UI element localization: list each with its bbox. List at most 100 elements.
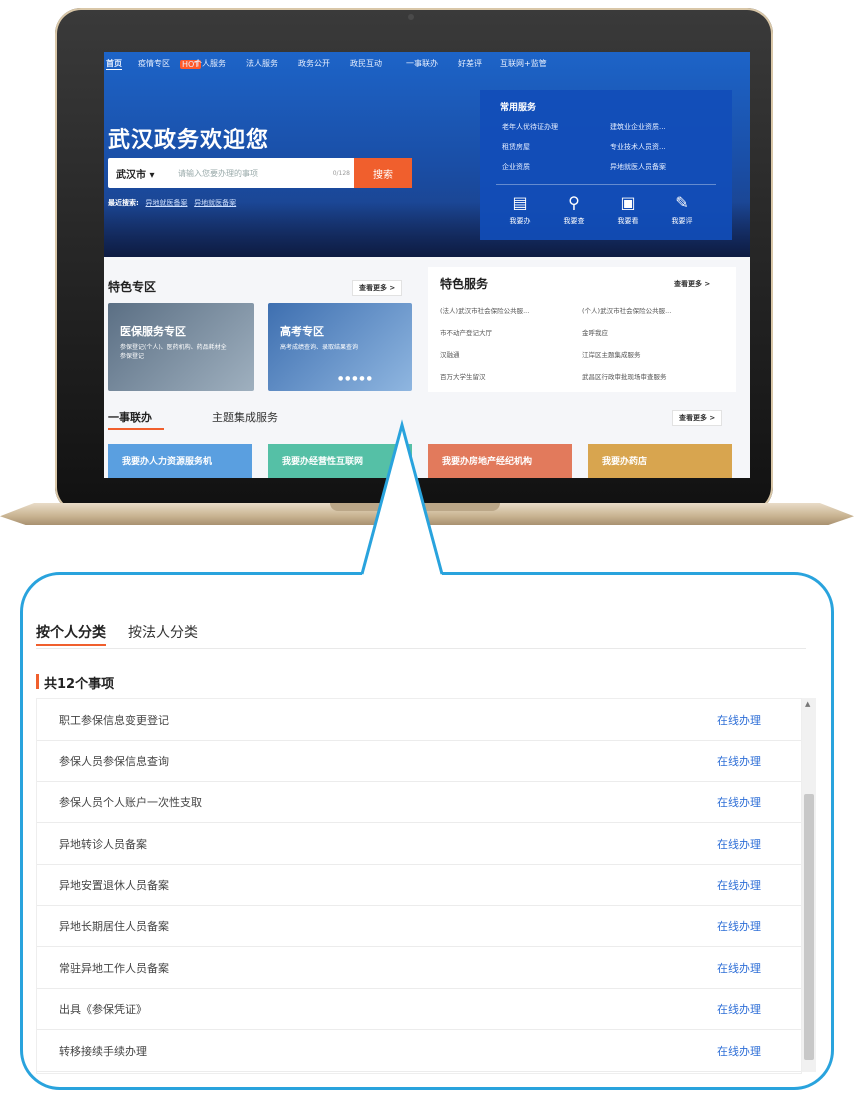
laptop-notch — [330, 503, 500, 511]
online-handle-link[interactable]: 在线办理 — [717, 1043, 761, 1059]
nav-home[interactable]: 首页 — [106, 58, 122, 70]
city-select[interactable]: 武汉市 ▾ — [108, 166, 178, 181]
nav-epidemic[interactable]: 疫情专区 — [138, 58, 170, 69]
search-button[interactable]: 搜索 — [354, 158, 412, 188]
nav-interaction[interactable]: 政民互动 — [350, 58, 382, 69]
online-handle-link[interactable]: 在线办理 — [717, 836, 761, 852]
recent-item[interactable]: 异地就医备案 — [146, 199, 188, 207]
search-bar: 武汉市 ▾ 请输入您要办理的事项 0/128 搜索 — [108, 158, 412, 188]
common-service-link[interactable]: 异地就医人员备案 — [610, 162, 666, 172]
common-service-link[interactable]: 老年人优待证办理 — [502, 122, 558, 132]
tab-active-indicator — [108, 428, 164, 430]
service-link[interactable]: 江岸区主题集成服务 — [582, 349, 641, 359]
service-link[interactable]: (法人)武汉市社会保险公共服... — [440, 305, 529, 315]
quick-apply-button[interactable]: ▤ 我要办 — [500, 194, 540, 226]
online-handle-link[interactable]: 在线办理 — [717, 753, 761, 769]
query-icon: ⚲ — [568, 193, 580, 212]
card-medical-insurance[interactable]: 医保服务专区 参保登记(个人)、医药机构、药品耗材全参保登记 — [108, 303, 254, 391]
tile-hr-agency[interactable]: 我要办人力资源服务机 — [108, 444, 252, 478]
list-item: 异地转诊人员备案 在线办理 — [37, 823, 801, 865]
featured-services-panel: 特色服务 查看更多 > (法人)武汉市社会保险公共服... (个人)武汉市社会保… — [428, 267, 736, 392]
card-title: 医保服务专区 — [120, 325, 186, 338]
list-item: 参保人员个人账户一次性支取 在线办理 — [37, 781, 801, 823]
nav-personal[interactable]: 个人服务 — [194, 58, 226, 69]
tab-joint-services[interactable]: 一事联办 — [108, 409, 152, 425]
hero-title: 武汉政务欢迎您 — [108, 128, 270, 153]
common-service-link[interactable]: 专业技术人员资... — [610, 142, 666, 152]
featured-zone-title: 特色专区 — [108, 280, 157, 294]
quick-rate-button[interactable]: ✎ 我要评 — [662, 194, 702, 226]
card-gaokao[interactable]: 高考专区 高考成绩查询、录取结果查询 ● ● ● ● ● — [268, 303, 412, 391]
common-service-link[interactable]: 租赁房屋 — [502, 142, 530, 152]
common-service-link[interactable]: 建筑业企业资质... — [610, 122, 666, 132]
service-list: 职工参保信息变更登记 在线办理 参保人员参保信息查询 在线办理 参保人员个人账户一次… — [36, 698, 802, 1074]
nav-legal[interactable]: 法人服务 — [246, 58, 278, 69]
tile-internet-business[interactable]: 我要办经营性互联网 — [268, 444, 412, 478]
item-name: 参保人员参保信息查询 — [59, 755, 169, 768]
list-item: 出具《参保凭证》 在线办理 — [37, 988, 801, 1030]
item-name: 异地长期居住人员备案 — [59, 920, 169, 933]
list-item: 常驻异地工作人员备案 在线办理 — [37, 947, 801, 989]
online-handle-link[interactable]: 在线办理 — [717, 712, 761, 728]
service-link[interactable]: 金呼我应 — [582, 327, 608, 337]
recent-label: 最近搜索: — [108, 199, 139, 207]
online-handle-link[interactable]: 在线办理 — [717, 1001, 761, 1017]
service-link[interactable]: 百万大学生留汉 — [440, 371, 486, 381]
item-name: 出具《参保凭证》 — [59, 1003, 147, 1016]
tile-real-estate[interactable]: 我要办房地产经纪机构 — [428, 444, 572, 478]
divider — [36, 648, 806, 649]
online-handle-link[interactable]: 在线办理 — [717, 918, 761, 934]
list-item: 异地安置退休人员备案 在线办理 — [37, 864, 801, 906]
list-item: 职工参保信息变更登记 在线办理 — [37, 699, 801, 741]
quick-view-button[interactable]: ▣ 我要看 — [608, 194, 648, 226]
nav-public[interactable]: 政务公开 — [298, 58, 330, 69]
item-name: 职工参保信息变更登记 — [59, 714, 169, 727]
tab-by-legal-entity[interactable]: 按法人分类 — [128, 622, 198, 646]
common-service-link[interactable]: 企业资质 — [502, 162, 530, 172]
rate-icon: ✎ — [675, 193, 689, 212]
common-services-title: 常用服务 — [500, 103, 537, 113]
apply-icon: ▤ — [512, 193, 528, 212]
scroll-up-icon[interactable]: ▲ — [805, 700, 810, 708]
tab-by-individual[interactable]: 按个人分类 — [36, 622, 106, 646]
nav-rating[interactable]: 好差评 — [458, 58, 482, 69]
common-services-panel: 常用服务 老年人优待证办理 建筑业企业资质... 租赁房屋 专业技术人员资...… — [480, 90, 732, 240]
featured-zone-more-button[interactable]: 查看更多 > — [352, 280, 403, 296]
service-link[interactable]: 汉融通 — [440, 349, 460, 359]
laptop-screen: 首页 疫情专区 HOT 个人服务 法人服务 政务公开 政民互动 一事联办 好差评… — [104, 52, 750, 478]
search-input[interactable]: 请输入您要办理的事项 — [178, 168, 333, 179]
featured-services-more-button[interactable]: 查看更多 > — [668, 277, 717, 291]
service-link[interactable]: 武昌区行政审批现场审查服务 — [582, 371, 667, 381]
card-desc: 参保登记(个人)、医药机构、药品耗材全参保登记 — [120, 344, 227, 360]
recent-item[interactable]: 异地就医备案 — [194, 199, 236, 207]
item-name: 参保人员个人账户一次性支取 — [59, 796, 202, 809]
nav-supervision[interactable]: 互联网+监管 — [500, 58, 547, 69]
tile-pharmacy[interactable]: 我要办药店 — [588, 444, 732, 478]
item-name: 异地转诊人员备案 — [59, 838, 147, 851]
item-name: 异地安置退休人员备案 — [59, 879, 169, 892]
nav-joint[interactable]: 一事联办 — [406, 58, 438, 69]
online-handle-link[interactable]: 在线办理 — [717, 877, 761, 893]
online-handle-link[interactable]: 在线办理 — [717, 960, 761, 976]
divider — [496, 184, 716, 185]
carousel-dots[interactable]: ● ● ● ● ● — [338, 375, 372, 382]
service-link[interactable]: (个人)武汉市社会保险公共服... — [582, 305, 671, 315]
view-icon: ▣ — [620, 193, 636, 212]
item-name: 常驻异地工作人员备案 — [59, 962, 169, 975]
list-item: 异地长期居住人员备案 在线办理 — [37, 905, 801, 947]
chevron-down-icon: ▾ — [149, 169, 155, 181]
list-item: 参保人员参保信息查询 在线办理 — [37, 740, 801, 782]
tab-theme-services[interactable]: 主题集成服务 — [212, 409, 278, 425]
search-char-count: 0/128 — [332, 169, 350, 177]
scrollbar-thumb[interactable] — [804, 794, 814, 1060]
item-name: 转移接续手续办理 — [59, 1045, 147, 1058]
card-title: 高考专区 — [280, 325, 324, 338]
service-link[interactable]: 市不动产登记大厅 — [440, 327, 492, 337]
recent-searches: 最近搜索: 异地就医备案 异地就医备案 — [108, 198, 236, 208]
count-accent-bar — [36, 674, 39, 689]
card-desc: 高考成绩查询、录取结果查询 — [280, 344, 359, 351]
online-handle-link[interactable]: 在线办理 — [717, 794, 761, 810]
quick-query-button[interactable]: ⚲ 我要查 — [554, 194, 594, 226]
joint-more-button[interactable]: 查看更多 > — [672, 410, 723, 426]
featured-services-title: 特色服务 — [440, 277, 489, 291]
